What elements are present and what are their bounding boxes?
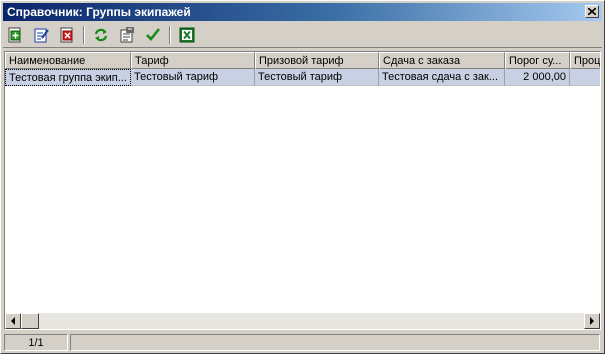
cell-tariff[interactable]: Тестовый тариф [131, 69, 255, 86]
grid-header: Наименование Тариф Призовой тариф Сдача … [5, 52, 600, 69]
add-icon [8, 27, 21, 43]
edit-icon [34, 28, 49, 43]
cell-prize-tariff[interactable]: Тестовый тариф [255, 69, 379, 86]
excel-export-icon [179, 27, 195, 43]
edit-button[interactable] [31, 26, 51, 44]
horizontal-scrollbar[interactable] [5, 313, 600, 329]
scroll-thumb[interactable] [21, 313, 39, 329]
cell-threshold[interactable]: 2 000,00 [505, 69, 570, 86]
close-button[interactable] [585, 5, 599, 18]
close-icon [588, 8, 596, 15]
cell-name[interactable]: Тестовая группа экип... [5, 69, 131, 86]
toolbar [3, 23, 602, 48]
column-header-prize-tariff[interactable]: Призовой тариф [255, 52, 379, 69]
toolbar-separator [169, 26, 171, 44]
status-info [70, 334, 600, 351]
record-position: 1/1 [4, 334, 68, 351]
title-bar[interactable]: Справочник: Группы экипажей [3, 3, 602, 21]
select-check-icon [146, 28, 161, 41]
add-button[interactable] [5, 26, 25, 44]
select-button[interactable] [143, 26, 163, 44]
properties-button[interactable] [117, 26, 137, 44]
arrow-right-icon [590, 317, 594, 325]
column-header-threshold[interactable]: Порог су... [505, 52, 570, 69]
column-header-order-fee[interactable]: Сдача с заказа [379, 52, 505, 69]
excel-export-button[interactable] [177, 26, 197, 44]
refresh-icon [94, 28, 108, 42]
table-row[interactable]: Тестовая группа экип... Тестовый тариф Т… [5, 69, 600, 86]
cell-order-fee[interactable]: Тестовая сдача с зак... [379, 69, 505, 86]
toolbar-separator [83, 26, 85, 44]
window-title: Справочник: Группы экипажей [7, 5, 191, 19]
scroll-right-button[interactable] [584, 313, 600, 329]
data-grid[interactable]: Наименование Тариф Призовой тариф Сдача … [4, 51, 601, 330]
delete-icon [60, 27, 73, 43]
delete-button[interactable] [57, 26, 77, 44]
arrow-left-icon [11, 317, 15, 325]
reference-window: Справочник: Группы экипажей Наименование… [0, 0, 605, 354]
refresh-button[interactable] [91, 26, 111, 44]
status-bar: 1/1 [3, 334, 602, 351]
scroll-left-button[interactable] [5, 313, 21, 329]
properties-icon [120, 27, 134, 43]
column-header-percent[interactable]: Проце [570, 52, 600, 69]
cell-percent[interactable] [570, 69, 600, 86]
column-header-tariff[interactable]: Тариф [131, 52, 255, 69]
column-header-name[interactable]: Наименование [5, 52, 131, 69]
